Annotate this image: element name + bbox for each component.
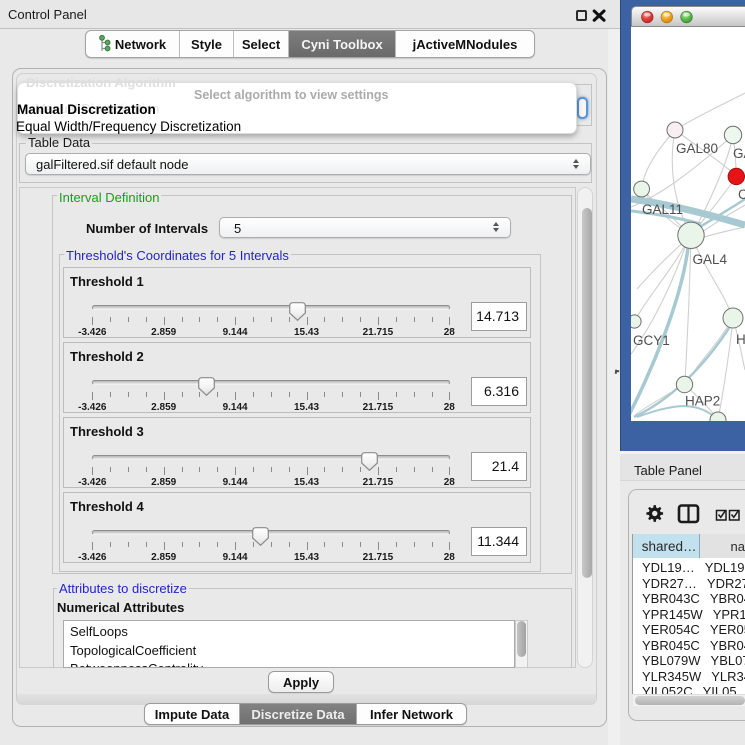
svg-text:HAP2: HAP2 xyxy=(685,394,720,409)
svg-text:GAL4: GAL4 xyxy=(693,252,728,267)
svg-text:GAL80: GAL80 xyxy=(676,141,718,156)
svg-text:GCY1: GCY1 xyxy=(633,333,670,348)
svg-text:HA: HA xyxy=(736,332,745,347)
svg-text:C: C xyxy=(738,187,745,202)
svg-text:GAL11: GAL11 xyxy=(642,202,683,217)
svg-text:GA: GA xyxy=(733,146,745,161)
